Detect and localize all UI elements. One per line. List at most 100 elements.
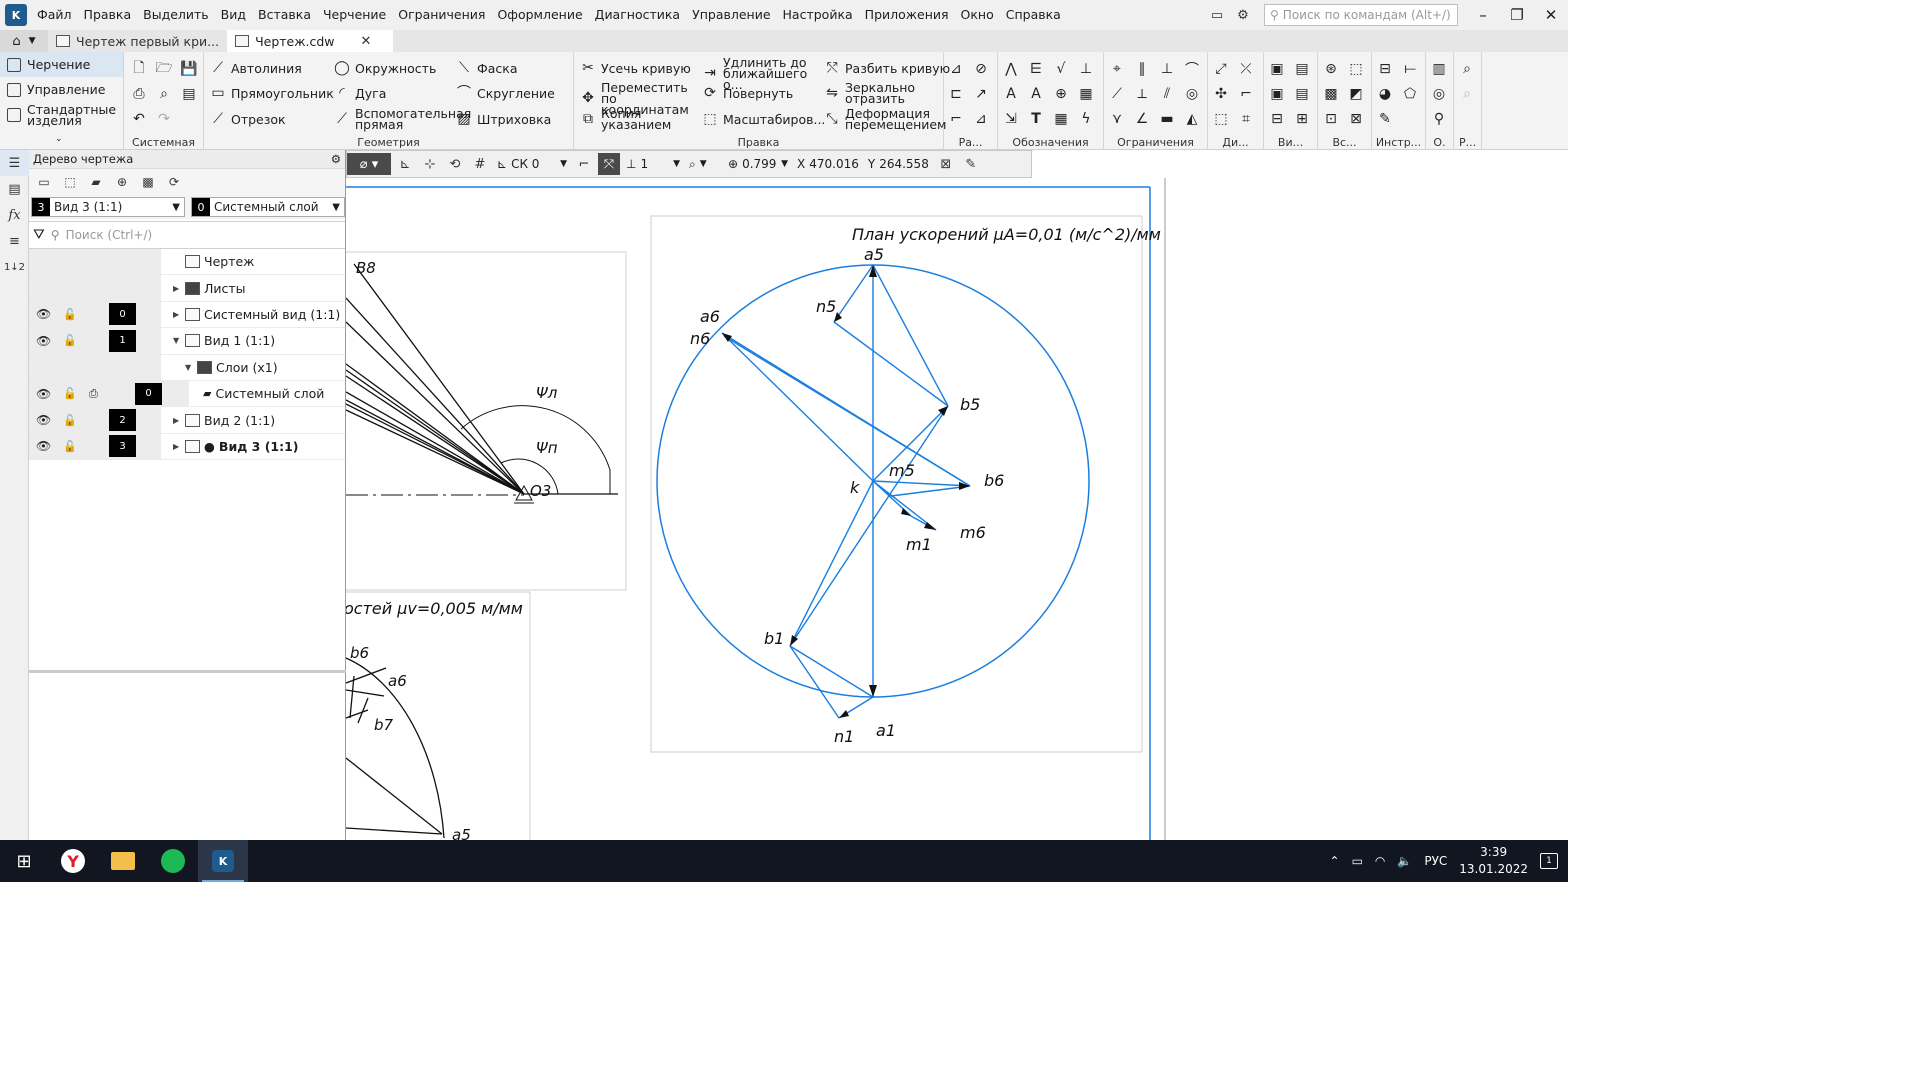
size-auto-icon[interactable]: ⊿: [947, 60, 965, 78]
mirror-button[interactable]: ⇋ Зеркально отразить: [824, 81, 917, 105]
diag2-icon[interactable]: ⤫: [1237, 60, 1255, 78]
filter-icon[interactable]: ⛛: [33, 227, 45, 243]
tabs-menu-icon[interactable]: ▼: [29, 36, 36, 46]
lock-icon[interactable]: 🔓: [63, 334, 77, 347]
tree-panel-icon[interactable]: ☰: [0, 150, 29, 176]
rotate-button[interactable]: ⟳ Повернуть: [702, 85, 793, 101]
view-detail-icon[interactable]: ⊞: [1293, 110, 1311, 128]
table-icon[interactable]: ▦: [1077, 85, 1095, 103]
tool-fill-icon[interactable]: ◕: [1376, 85, 1394, 103]
multi-leader-icon[interactable]: ⋿: [1027, 60, 1045, 78]
visibility-eye-icon[interactable]: 👁: [36, 334, 51, 348]
print-icon[interactable]: ⎙: [130, 85, 148, 103]
tool-pen-icon[interactable]: ✎: [1376, 110, 1394, 128]
tree-view-icon[interactable]: ⬚: [60, 173, 80, 191]
visibility-eye-icon[interactable]: 👁: [36, 307, 51, 321]
copy-button[interactable]: ⧉ Копия указанием: [580, 107, 671, 131]
measure-icon[interactable]: ⊠: [935, 153, 957, 175]
diag4-icon[interactable]: ⌐: [1237, 85, 1255, 103]
diag3-icon[interactable]: ✣: [1212, 85, 1230, 103]
menu-window[interactable]: Окно: [955, 0, 1000, 30]
layers-panel-icon[interactable]: ≡: [0, 228, 29, 254]
text-icon[interactable]: T: [1027, 110, 1045, 128]
tree-image-icon[interactable]: ▩: [138, 173, 158, 191]
minimize-button[interactable]: –: [1466, 0, 1500, 30]
view-arrow-icon[interactable]: ▤: [1293, 85, 1311, 103]
menu-diagnostics[interactable]: Диагностика: [589, 0, 686, 30]
tree-search[interactable]: ⛛ ⚲ Поиск (Ctrl+/): [29, 221, 345, 249]
hatch-button[interactable]: ▨ Штриховка: [456, 111, 551, 127]
grid-table-icon[interactable]: ▦: [1052, 110, 1070, 128]
zoom-select[interactable]: ⊕ 0.799 ▼: [725, 154, 791, 174]
segment-button[interactable]: ⟋ Отрезок: [210, 111, 286, 127]
tree-row-drawing[interactable]: Чертеж: [29, 249, 345, 276]
eyedropper-icon[interactable]: ✎: [960, 153, 982, 175]
ortho-icon[interactable]: ⊾: [394, 153, 416, 175]
taskbar-explorer[interactable]: [98, 840, 148, 882]
leader-icon[interactable]: ⋀: [1002, 60, 1020, 78]
battery-icon[interactable]: ▭: [1352, 854, 1363, 868]
step-select[interactable]: ⊥ 1 ▼: [623, 154, 683, 174]
tab-first-drawing[interactable]: Чертеж первый кри...: [48, 30, 227, 52]
print-icon[interactable]: ⎙: [89, 387, 98, 401]
menu-select[interactable]: Выделить: [137, 0, 215, 30]
snap-step-icon[interactable]: ⤧: [598, 153, 620, 175]
chevron-up-icon[interactable]: ⌃: [1330, 854, 1340, 868]
menu-insert[interactable]: Вставка: [252, 0, 317, 30]
text-a2-icon[interactable]: A: [1027, 85, 1045, 103]
lightning-icon[interactable]: ϟ: [1077, 110, 1095, 128]
start-button[interactable]: ⊞: [0, 840, 48, 882]
expand-icon[interactable]: ▶: [173, 416, 181, 425]
midpoint-icon[interactable]: ▬: [1158, 110, 1176, 128]
trim-button[interactable]: ✂ Усечь кривую: [580, 60, 691, 76]
undo-icon[interactable]: ↶: [130, 110, 148, 128]
expand-icon[interactable]: ▶: [173, 442, 181, 451]
circle-button[interactable]: ◯ Окружность: [334, 60, 436, 76]
menu-design[interactable]: Оформление: [491, 0, 588, 30]
save-icon[interactable]: 💾: [180, 60, 198, 78]
fillet-button[interactable]: ⌒ Скругление: [456, 85, 555, 101]
deform-button[interactable]: ⤡ Деформация перемещением: [824, 107, 946, 131]
autoline-button[interactable]: ⟋ Автолиния: [210, 60, 302, 76]
lock-icon[interactable]: 🔓: [63, 440, 77, 453]
horizontal-icon[interactable]: ⟂: [1133, 85, 1151, 103]
rectangle-button[interactable]: ▭ Прямоугольник: [210, 85, 333, 101]
tool-shape-icon[interactable]: ⬠: [1401, 85, 1419, 103]
menu-settings[interactable]: Настройка: [777, 0, 859, 30]
size-base-icon[interactable]: ⌐: [947, 110, 965, 128]
tree-row-system-layer[interactable]: 👁 🔓 ⎙ 0 ▰ Системный слой: [29, 380, 345, 408]
lock-icon[interactable]: 🔓: [63, 414, 77, 427]
taskbar-kompas[interactable]: K: [198, 840, 248, 882]
tree-sheet-icon[interactable]: ▭: [34, 173, 54, 191]
parallel-icon[interactable]: ∥: [1133, 60, 1151, 78]
home-button[interactable]: ⌂ ▼: [0, 30, 48, 52]
command-search-input[interactable]: ⚲ Поиск по командам (Alt+/): [1264, 4, 1458, 26]
panel-splitter[interactable]: [29, 670, 346, 673]
visibility-eye-icon[interactable]: 👁: [36, 439, 51, 453]
numbering-panel-icon[interactable]: 1↓2: [0, 254, 29, 280]
view-proj-icon[interactable]: ▣: [1268, 85, 1286, 103]
symmetry-icon[interactable]: ⋎: [1108, 110, 1126, 128]
expand-icon[interactable]: ▶: [173, 284, 181, 293]
base-mark-icon[interactable]: ⊥: [1077, 60, 1095, 78]
view-std-icon[interactable]: ▤: [1293, 60, 1311, 78]
tangent-icon[interactable]: ⌒: [1183, 60, 1201, 78]
aux-line-button[interactable]: ⟋ Вспомогательная прямая: [334, 107, 471, 131]
options-icon[interactable]: ⚙: [1233, 6, 1253, 24]
collapse-icon[interactable]: ▼: [173, 336, 181, 345]
o-book-icon[interactable]: ▥: [1430, 60, 1448, 78]
menu-file[interactable]: Файл: [31, 0, 78, 30]
redraw-icon[interactable]: ⟲: [444, 153, 466, 175]
view-new-icon[interactable]: ▣: [1268, 60, 1286, 78]
insert-ref-icon[interactable]: ⊡: [1322, 110, 1340, 128]
tree-refresh-icon[interactable]: ⟳: [164, 173, 184, 191]
collinear-icon[interactable]: ⟋: [1108, 85, 1126, 103]
close-tab-icon[interactable]: ✕: [361, 34, 372, 49]
insert-img-icon[interactable]: ⬚: [1347, 60, 1365, 78]
split-curve-button[interactable]: ⤲ Разбить кривую: [824, 60, 950, 76]
clock[interactable]: 3:39 13.01.2022: [1459, 844, 1528, 878]
reflect-icon[interactable]: ◭: [1183, 110, 1201, 128]
preview-icon[interactable]: ⌕: [155, 85, 173, 103]
mode-standard-parts[interactable]: Стандартные изделия: [0, 102, 123, 127]
size-angle-icon[interactable]: ⊘: [972, 60, 990, 78]
